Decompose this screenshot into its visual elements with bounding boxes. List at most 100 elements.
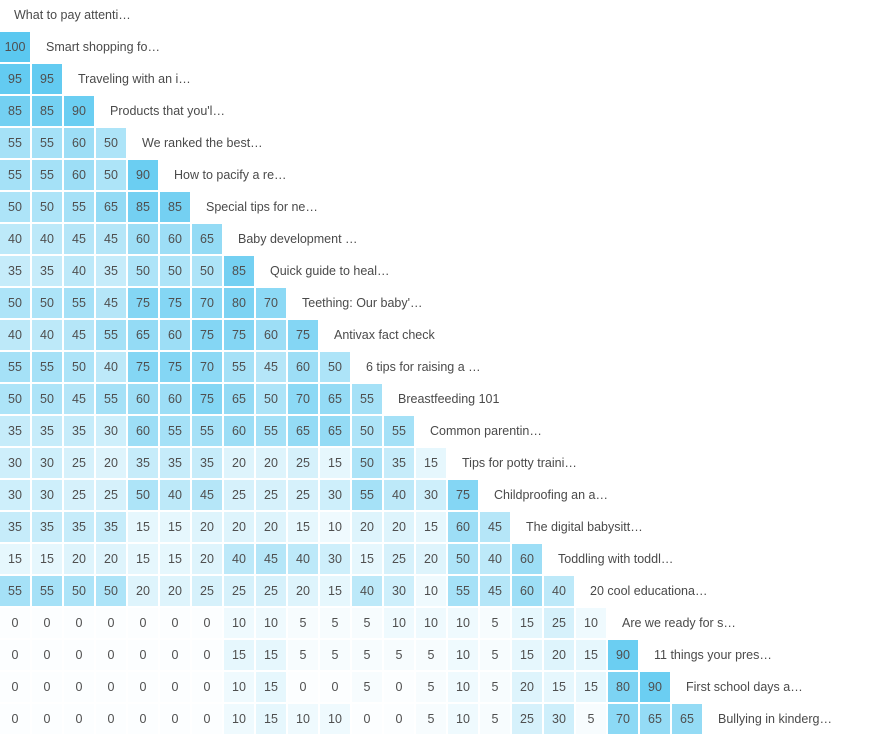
heatmap-cell[interactable]: 15 xyxy=(160,544,190,574)
heatmap-cell[interactable]: 60 xyxy=(512,544,542,574)
heatmap-cell[interactable]: 0 xyxy=(160,640,190,670)
heatmap-cell[interactable]: 30 xyxy=(384,576,414,606)
heatmap-cell[interactable]: 25 xyxy=(224,480,254,510)
heatmap-cell[interactable]: 50 xyxy=(96,128,126,158)
heatmap-cell[interactable]: 15 xyxy=(128,512,158,542)
heatmap-cell[interactable]: 0 xyxy=(64,704,94,734)
heatmap-cell[interactable]: 20 xyxy=(544,640,574,670)
heatmap-cell[interactable]: 10 xyxy=(416,576,446,606)
heatmap-cell[interactable]: 55 xyxy=(192,416,222,446)
heatmap-cell[interactable]: 45 xyxy=(96,288,126,318)
heatmap-cell[interactable]: 70 xyxy=(288,384,318,414)
heatmap-cell[interactable]: 40 xyxy=(544,576,574,606)
heatmap-cell[interactable]: 25 xyxy=(384,544,414,574)
heatmap-cell[interactable]: 40 xyxy=(0,224,30,254)
heatmap-cell[interactable]: 25 xyxy=(64,448,94,478)
heatmap-cell[interactable]: 85 xyxy=(32,96,62,126)
heatmap-cell[interactable]: 5 xyxy=(416,672,446,702)
heatmap-cell[interactable]: 0 xyxy=(320,672,350,702)
heatmap-cell[interactable]: 75 xyxy=(160,352,190,382)
heatmap-cell[interactable]: 55 xyxy=(160,416,190,446)
heatmap-cell[interactable]: 0 xyxy=(32,672,62,702)
heatmap-cell[interactable]: 20 xyxy=(352,512,382,542)
heatmap-cell[interactable]: 70 xyxy=(192,288,222,318)
heatmap-cell[interactable]: 0 xyxy=(160,608,190,638)
heatmap-cell[interactable]: 60 xyxy=(128,224,158,254)
heatmap-cell[interactable]: 10 xyxy=(224,608,254,638)
heatmap-cell[interactable]: 50 xyxy=(128,256,158,286)
heatmap-cell[interactable]: 40 xyxy=(32,224,62,254)
heatmap-cell[interactable]: 5 xyxy=(480,608,510,638)
heatmap-cell[interactable]: 35 xyxy=(32,256,62,286)
heatmap-cell[interactable]: 55 xyxy=(96,320,126,350)
heatmap-cell[interactable]: 60 xyxy=(64,160,94,190)
heatmap-cell[interactable]: 0 xyxy=(192,704,222,734)
heatmap-cell[interactable]: 15 xyxy=(416,512,446,542)
heatmap-cell[interactable]: 15 xyxy=(256,672,286,702)
heatmap-cell[interactable]: 0 xyxy=(0,608,30,638)
heatmap-cell[interactable]: 60 xyxy=(288,352,318,382)
heatmap-cell[interactable]: 0 xyxy=(32,608,62,638)
heatmap-cell[interactable]: 20 xyxy=(224,448,254,478)
heatmap-cell[interactable]: 45 xyxy=(64,224,94,254)
heatmap-cell[interactable]: 30 xyxy=(320,480,350,510)
heatmap-cell[interactable]: 75 xyxy=(288,320,318,350)
heatmap-cell[interactable]: 20 xyxy=(64,544,94,574)
heatmap-cell[interactable]: 55 xyxy=(0,128,30,158)
heatmap-cell[interactable]: 30 xyxy=(32,480,62,510)
heatmap-cell[interactable]: 25 xyxy=(96,480,126,510)
heatmap-cell[interactable]: 45 xyxy=(96,224,126,254)
heatmap-cell[interactable]: 60 xyxy=(256,320,286,350)
heatmap-cell[interactable]: 0 xyxy=(160,672,190,702)
heatmap-cell[interactable]: 35 xyxy=(128,448,158,478)
heatmap-cell[interactable]: 0 xyxy=(64,640,94,670)
heatmap-cell[interactable]: 30 xyxy=(32,448,62,478)
heatmap-cell[interactable]: 5 xyxy=(352,640,382,670)
heatmap-cell[interactable]: 5 xyxy=(288,640,318,670)
heatmap-cell[interactable]: 5 xyxy=(352,672,382,702)
heatmap-cell[interactable]: 55 xyxy=(32,160,62,190)
heatmap-cell[interactable]: 0 xyxy=(128,608,158,638)
heatmap-cell[interactable]: 25 xyxy=(224,576,254,606)
heatmap-cell[interactable]: 35 xyxy=(96,256,126,286)
heatmap-cell[interactable]: 5 xyxy=(384,640,414,670)
heatmap-cell[interactable]: 15 xyxy=(320,448,350,478)
heatmap-cell[interactable]: 10 xyxy=(224,672,254,702)
heatmap-cell[interactable]: 50 xyxy=(32,192,62,222)
heatmap-cell[interactable]: 20 xyxy=(128,576,158,606)
heatmap-cell[interactable]: 25 xyxy=(288,480,318,510)
heatmap-cell[interactable]: 60 xyxy=(160,224,190,254)
heatmap-cell[interactable]: 20 xyxy=(192,512,222,542)
heatmap-cell[interactable]: 75 xyxy=(192,320,222,350)
heatmap-cell[interactable]: 65 xyxy=(192,224,222,254)
heatmap-cell[interactable]: 35 xyxy=(64,416,94,446)
heatmap-cell[interactable]: 50 xyxy=(160,256,190,286)
heatmap-cell[interactable]: 20 xyxy=(256,448,286,478)
heatmap-cell[interactable]: 40 xyxy=(384,480,414,510)
heatmap-cell[interactable]: 55 xyxy=(32,352,62,382)
heatmap-cell[interactable]: 15 xyxy=(512,608,542,638)
heatmap-cell[interactable]: 0 xyxy=(288,672,318,702)
heatmap-cell[interactable]: 0 xyxy=(0,672,30,702)
heatmap-cell[interactable]: 45 xyxy=(64,384,94,414)
heatmap-cell[interactable]: 0 xyxy=(192,608,222,638)
heatmap-cell[interactable]: 15 xyxy=(128,544,158,574)
heatmap-cell[interactable]: 10 xyxy=(288,704,318,734)
heatmap-cell[interactable]: 10 xyxy=(448,608,478,638)
heatmap-cell[interactable]: 65 xyxy=(128,320,158,350)
heatmap-cell[interactable]: 85 xyxy=(0,96,30,126)
heatmap-cell[interactable]: 25 xyxy=(64,480,94,510)
heatmap-cell[interactable]: 60 xyxy=(160,320,190,350)
heatmap-cell[interactable]: 15 xyxy=(576,672,606,702)
heatmap-cell[interactable]: 35 xyxy=(160,448,190,478)
heatmap-cell[interactable]: 15 xyxy=(544,672,574,702)
heatmap-cell[interactable]: 75 xyxy=(192,384,222,414)
heatmap-cell[interactable]: 35 xyxy=(32,416,62,446)
heatmap-cell[interactable]: 75 xyxy=(128,352,158,382)
heatmap-cell[interactable]: 15 xyxy=(416,448,446,478)
heatmap-cell[interactable]: 0 xyxy=(352,704,382,734)
heatmap-cell[interactable]: 85 xyxy=(224,256,254,286)
heatmap-cell[interactable]: 50 xyxy=(64,352,94,382)
heatmap-cell[interactable]: 5 xyxy=(288,608,318,638)
heatmap-cell[interactable]: 10 xyxy=(384,608,414,638)
